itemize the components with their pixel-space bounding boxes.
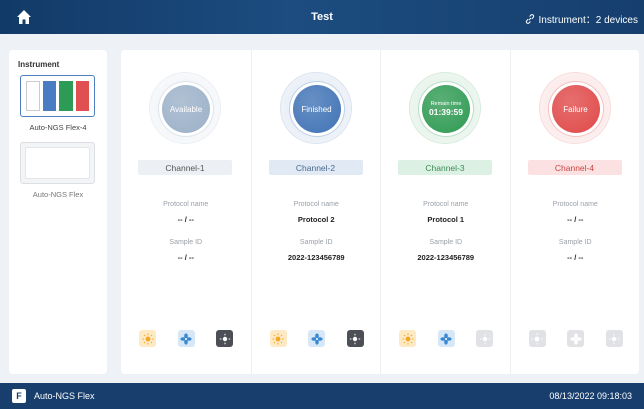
uv-lamp-icon xyxy=(219,333,230,344)
protocol-label: Protocol name xyxy=(552,201,598,208)
protocol-label: Protocol name xyxy=(293,201,339,208)
protocol-value: Protocol 1 xyxy=(427,215,465,224)
channel-label: Channel-2 xyxy=(268,160,363,175)
uv-lamp-icon xyxy=(608,333,620,344)
uv-button[interactable] xyxy=(346,330,364,347)
device-label-flex[interactable]: Auto-NGS Flex xyxy=(9,190,107,199)
fan-icon xyxy=(310,332,323,345)
top-bar: Test Instrument：2 devices xyxy=(0,0,644,34)
uv-lamp-icon xyxy=(349,333,361,344)
status-text: 01:39:59 xyxy=(428,107,464,117)
status-text: Available xyxy=(169,104,203,114)
sample-id-label: Sample ID xyxy=(558,239,592,246)
fan-icon xyxy=(569,332,582,345)
sample-id-value: 2022-123456789 xyxy=(417,253,475,262)
channel-card-3[interactable]: Remain time 01:39:59 Channel-3 Protocol … xyxy=(380,50,510,374)
protocol-label: Protocol name xyxy=(423,201,469,208)
channel-controls xyxy=(269,330,364,347)
channel-label: Channel-1 xyxy=(138,160,232,175)
protocol-value: -- / -- xyxy=(177,215,194,224)
device-card-flex-4[interactable] xyxy=(20,75,95,117)
status-ring: Finished xyxy=(279,72,352,144)
fan-button[interactable] xyxy=(177,330,195,347)
status-circle: Remain time 01:39:59 xyxy=(422,85,470,133)
channel-card-1[interactable]: Available Channel-1 Protocol name -- / -… xyxy=(121,50,251,374)
footer-bar: F Auto-NGS Flex 08/13/2022 09:18:03 xyxy=(0,383,644,409)
status-ring: Failure xyxy=(538,72,611,144)
sun-icon xyxy=(402,333,413,344)
link-icon xyxy=(525,13,534,24)
channel-label: Channel-4 xyxy=(527,160,622,175)
light-button[interactable] xyxy=(269,330,287,347)
status-circle: Failure xyxy=(551,85,600,133)
app-name: Auto-NGS Flex xyxy=(34,391,95,401)
sun-icon xyxy=(142,333,153,344)
protocol-value: -- / -- xyxy=(567,215,584,224)
sample-id-value: -- / -- xyxy=(567,253,584,262)
sun-icon xyxy=(531,333,543,344)
fan-button[interactable] xyxy=(567,330,584,347)
uv-button[interactable] xyxy=(476,330,493,347)
channel-card-2[interactable]: Finished Channel-2 Protocol name Protoco… xyxy=(250,50,381,374)
flex-device-image xyxy=(25,147,90,179)
fan-button[interactable] xyxy=(437,330,455,347)
instrument-count: Instrument：2 devices xyxy=(538,15,639,26)
sample-id-value: -- / -- xyxy=(177,253,194,262)
sample-id-label: Sample ID xyxy=(299,239,333,246)
light-button[interactable] xyxy=(528,330,546,347)
device-card-flex[interactable] xyxy=(20,142,95,184)
light-button[interactable] xyxy=(399,330,416,347)
instrument-info[interactable]: Instrument：2 devices xyxy=(525,11,639,26)
uv-button[interactable] xyxy=(605,330,623,347)
channel-controls xyxy=(139,330,233,347)
channel-controls xyxy=(399,330,493,347)
status-circle: Finished xyxy=(292,85,341,133)
status-ring: Available xyxy=(149,72,221,144)
sample-id-value: 2022-123456789 xyxy=(287,253,345,262)
uv-button[interactable] xyxy=(216,330,233,347)
status-text: Failure xyxy=(563,104,588,114)
sample-id-label: Sample ID xyxy=(169,239,203,246)
protocol-value: Protocol 2 xyxy=(297,215,335,224)
sidebar-title: Instrument xyxy=(18,60,60,69)
channel-label: Channel-3 xyxy=(398,160,492,175)
sample-id-label: Sample ID xyxy=(429,239,463,246)
fan-button[interactable] xyxy=(308,330,325,347)
uv-lamp-icon xyxy=(479,333,490,344)
status-ring: Remain time 01:39:59 xyxy=(409,72,481,144)
fan-icon xyxy=(180,332,192,345)
status-circle: Available xyxy=(162,85,210,133)
fan-icon xyxy=(440,332,452,345)
app-logo: F xyxy=(12,389,26,403)
channel-panel: Available Channel-1 Protocol name -- / -… xyxy=(121,50,639,374)
device-label-flex-4[interactable]: Auto-NGS Flex-4 xyxy=(9,123,107,132)
flex4-device-image xyxy=(26,81,89,111)
status-text: Finished xyxy=(301,104,332,114)
sun-icon xyxy=(272,333,284,344)
light-button[interactable] xyxy=(139,330,156,347)
instrument-sidebar: Instrument Auto-NGS Flex-4 Auto-NGS Flex xyxy=(9,50,107,374)
date-time: 08/13/2022 09:18:03 xyxy=(549,391,632,401)
channel-controls xyxy=(528,330,623,347)
channel-card-4[interactable]: Failure Channel-4 Protocol name -- / -- … xyxy=(509,50,640,374)
protocol-label: Protocol name xyxy=(163,201,209,208)
